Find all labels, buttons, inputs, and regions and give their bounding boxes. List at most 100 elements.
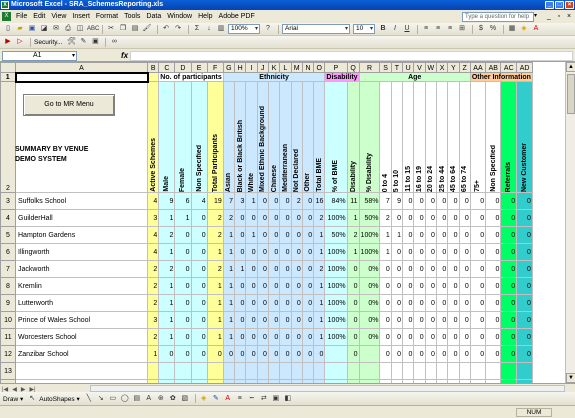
data-cell[interactable]: 7 — [379, 192, 392, 210]
data-cell[interactable]: 0 — [256, 192, 269, 210]
data-cell[interactable]: 0 — [485, 226, 502, 244]
data-cell[interactable]: 0 — [516, 192, 533, 210]
data-cell[interactable]: 100% — [324, 294, 348, 312]
data-cell[interactable]: 0 — [469, 328, 487, 346]
empty-cell[interactable] — [447, 362, 460, 380]
data-cell[interactable]: 0 — [458, 345, 471, 363]
empty-cell[interactable] — [424, 362, 437, 380]
data-cell[interactable]: 0 — [458, 294, 471, 312]
column-title[interactable]: Mixed Ethnic Background — [256, 81, 269, 193]
data-cell[interactable]: 1 — [158, 209, 176, 227]
data-cell[interactable]: 0% — [358, 311, 381, 329]
data-cell[interactable]: 1 — [206, 294, 224, 312]
data-cell[interactable]: 0 — [234, 294, 247, 312]
data-cell[interactable]: 0 — [469, 192, 487, 210]
row-header[interactable]: 11 — [0, 328, 16, 346]
data-cell[interactable]: 0 — [516, 328, 533, 346]
data-cell[interactable]: 0 — [313, 345, 326, 363]
data-cell[interactable]: 0 — [256, 209, 269, 227]
data-cell[interactable]: 0 — [458, 311, 471, 329]
menu-edit[interactable]: Edit — [30, 10, 48, 23]
scroll-down-icon[interactable]: ▼ — [566, 373, 575, 383]
data-cell[interactable]: 0 — [447, 311, 460, 329]
data-cell[interactable]: 0 — [516, 345, 533, 363]
data-cell[interactable]: 0 — [435, 260, 449, 278]
data-cell[interactable]: 0 — [516, 277, 533, 295]
data-cell[interactable]: 0 — [174, 243, 192, 261]
column-header[interactable]: M — [290, 62, 303, 73]
data-cell[interactable]: 0 — [424, 311, 437, 329]
column-header[interactable]: Y — [447, 62, 460, 73]
dash-style-icon[interactable]: ┅ — [247, 394, 257, 404]
data-cell[interactable]: 0 — [234, 328, 247, 346]
data-cell[interactable]: 100% — [324, 243, 348, 261]
data-cell[interactable]: 0 — [516, 226, 533, 244]
column-header[interactable]: C — [158, 62, 176, 73]
data-cell[interactable]: 0 — [485, 260, 502, 278]
data-cell[interactable]: 0 — [435, 226, 449, 244]
align-right-icon[interactable]: ≡ — [445, 24, 455, 34]
data-cell[interactable]: 2 — [146, 260, 160, 278]
data-cell[interactable]: 0 — [234, 277, 247, 295]
data-cell[interactable]: 100% — [324, 328, 348, 346]
data-cell[interactable]: 1 — [379, 243, 392, 261]
data-cell[interactable]: 0 — [458, 209, 471, 227]
data-cell[interactable]: 0 — [279, 260, 292, 278]
column-header[interactable]: W — [424, 62, 437, 73]
data-cell[interactable]: 0 — [435, 345, 449, 363]
data-cell[interactable]: 0 — [301, 345, 315, 363]
column-title[interactable]: 75+ — [469, 81, 487, 193]
data-cell[interactable]: 0 — [245, 260, 258, 278]
data-cell[interactable]: 0 — [402, 311, 415, 329]
data-cell[interactable]: 0 — [190, 209, 208, 227]
data-cell[interactable]: 0 — [413, 345, 426, 363]
excel-app-icon[interactable]: X — [1, 1, 9, 9]
menu-file[interactable]: File — [13, 10, 30, 23]
help-dropdown-icon[interactable]: ▾ — [534, 12, 541, 22]
data-cell[interactable]: 0 — [256, 328, 269, 346]
line-style-icon[interactable]: ≡ — [235, 394, 245, 404]
data-cell[interactable]: 0 — [402, 226, 415, 244]
empty-cell[interactable] — [190, 362, 208, 380]
data-cell[interactable]: 0 — [424, 345, 437, 363]
data-cell[interactable]: 1 — [222, 243, 236, 261]
column-header[interactable]: P — [324, 62, 348, 73]
column-header[interactable]: E — [190, 62, 208, 73]
row-header[interactable]: 12 — [0, 345, 16, 363]
data-cell[interactable]: 0 — [500, 311, 518, 329]
data-cell[interactable]: 1 — [174, 209, 192, 227]
row-header[interactable]: 5 — [0, 226, 16, 244]
data-cell[interactable]: 2 — [158, 260, 176, 278]
menu-adobe-pdf[interactable]: Adobe PDF — [216, 10, 258, 23]
data-cell[interactable]: 0 — [267, 328, 281, 346]
column-header[interactable]: R — [358, 62, 381, 73]
column-title[interactable]: Not Declared — [290, 81, 303, 193]
data-cell[interactable]: 0 — [424, 209, 437, 227]
data-cell[interactable]: 0 — [469, 209, 487, 227]
column-header[interactable]: AB — [485, 62, 502, 73]
data-cell[interactable]: 0 — [485, 328, 502, 346]
column-header[interactable]: Q — [346, 62, 360, 73]
data-cell[interactable]: 0 — [279, 345, 292, 363]
data-cell[interactable]: 1 — [313, 311, 326, 329]
row-header[interactable]: 6 — [0, 243, 16, 261]
data-cell[interactable]: 1 — [206, 311, 224, 329]
data-cell[interactable]: 2 — [146, 277, 160, 295]
data-cell[interactable]: 0 — [500, 277, 518, 295]
data-cell[interactable]: 16 — [313, 192, 326, 210]
data-cell[interactable]: 0 — [256, 243, 269, 261]
3d-icon[interactable]: ◧ — [283, 394, 293, 404]
data-cell[interactable]: 0 — [402, 192, 415, 210]
data-cell[interactable]: 0 — [516, 294, 533, 312]
horizontal-scrollbar[interactable] — [90, 385, 565, 392]
column-title[interactable]: 0 to 4 — [379, 81, 392, 193]
header-cell[interactable] — [146, 72, 160, 82]
column-title[interactable]: New Customer — [516, 81, 533, 193]
data-cell[interactable]: 0 — [500, 226, 518, 244]
data-cell[interactable]: 1 — [158, 328, 176, 346]
shadow-icon[interactable]: ▣ — [271, 394, 281, 404]
data-cell[interactable]: 0 — [379, 277, 392, 295]
data-cell[interactable]: 0 — [516, 311, 533, 329]
column-header[interactable]: F — [206, 62, 224, 73]
data-cell[interactable]: 1 — [313, 328, 326, 346]
